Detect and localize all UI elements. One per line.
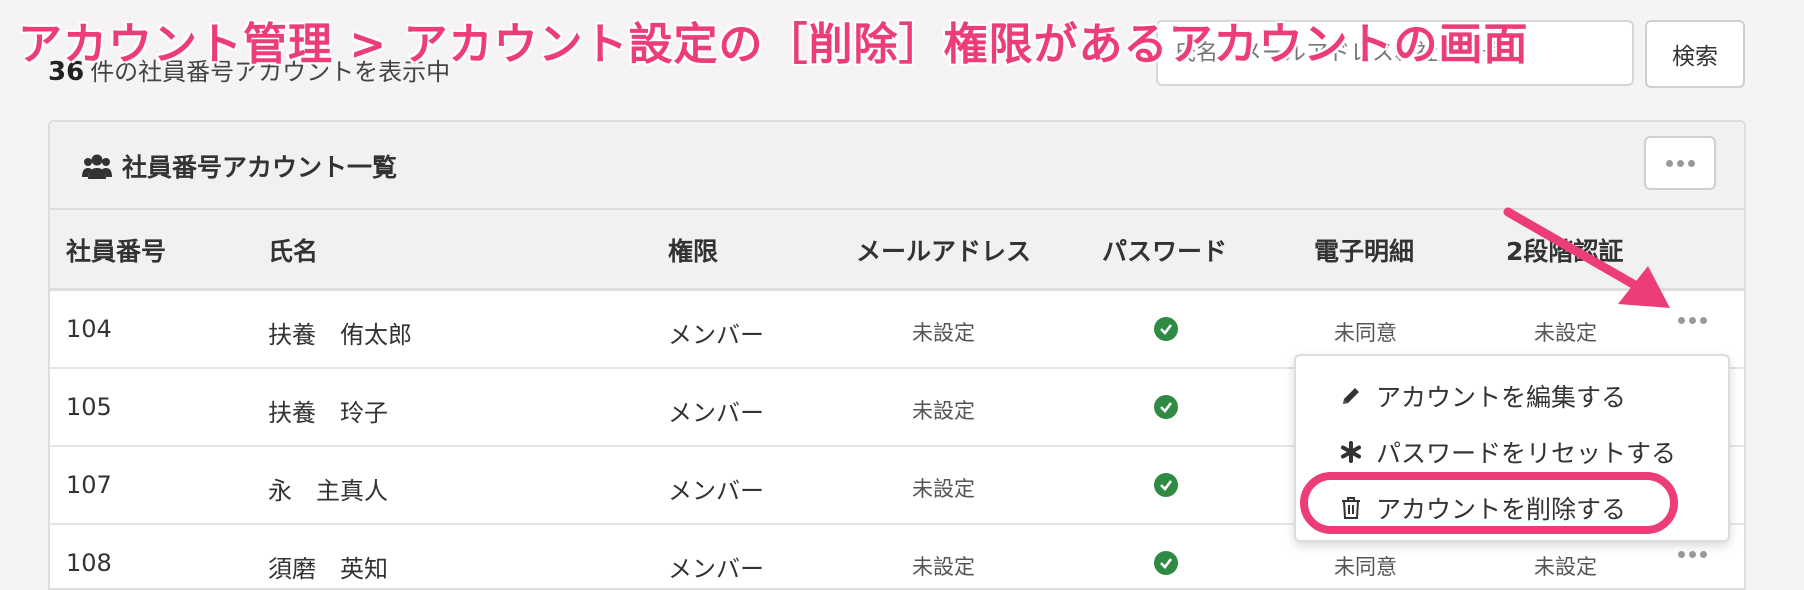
check-icon (1154, 473, 1178, 497)
cell-payslip: 未同意 (1334, 555, 1397, 579)
cell-email: 未設定 (912, 477, 975, 501)
check-icon (1154, 551, 1178, 575)
row-more-icon[interactable] (1678, 317, 1707, 324)
panel-title-text: 社員番号アカウント一覧 (122, 153, 398, 182)
asterisk-icon (1338, 439, 1364, 465)
check-icon (1154, 317, 1178, 341)
check-icon (1154, 395, 1178, 419)
menu-item-edit[interactable]: アカウントを編集する (1338, 378, 1626, 414)
cell-name: 扶養 玲子 (268, 399, 388, 427)
column-header-name: 氏名 (268, 237, 319, 266)
cell-id: 108 (66, 549, 112, 577)
row-more-icon[interactable] (1678, 551, 1707, 558)
cell-role: メンバー (668, 477, 764, 505)
cell-role: メンバー (668, 399, 764, 427)
cell-name: 永 主真人 (268, 477, 388, 505)
column-header-id: 社員番号 (66, 237, 167, 266)
cell-name: 扶養 侑太郎 (268, 321, 412, 349)
cell-two-factor: 未設定 (1534, 555, 1597, 579)
panel-title: 社員番号アカウント一覧 (82, 148, 397, 184)
annotation-arrow (1503, 207, 1670, 308)
menu-item-reset-password[interactable]: パスワードをリセットする (1338, 434, 1676, 470)
cell-email: 未設定 (912, 399, 975, 423)
cell-id: 104 (66, 315, 112, 343)
column-header-password: パスワード (1102, 237, 1228, 266)
cell-role: メンバー (668, 555, 764, 583)
cell-name: 須磨 英知 (268, 555, 388, 583)
cell-payslip: 未同意 (1334, 321, 1397, 345)
more-icon (1665, 159, 1695, 167)
column-header-email: メールアドレス (856, 237, 1032, 266)
users-icon (82, 154, 112, 179)
delete-highlight-ring (1300, 472, 1678, 534)
panel-menu-button[interactable] (1644, 136, 1716, 190)
annotation-title: アカウント管理 > アカウント設定の［削除］権限があるアカウントの画面 (18, 19, 1529, 70)
cell-id: 107 (66, 471, 112, 499)
cell-id: 105 (66, 393, 112, 421)
table-header: 社員番号 氏名 権限 メールアドレス パスワード 電子明細 2段階認証 (50, 210, 1744, 291)
cell-role: メンバー (668, 321, 764, 349)
pencil-icon (1338, 383, 1364, 409)
cell-email: 未設定 (912, 321, 975, 345)
column-header-role: 権限 (668, 237, 719, 266)
menu-item-edit-label: アカウントを編集する (1376, 383, 1627, 412)
menu-item-reset-label: パスワードをリセットする (1376, 439, 1677, 468)
column-header-payslip: 電子明細 (1314, 237, 1415, 266)
cell-email: 未設定 (912, 555, 975, 579)
cell-two-factor: 未設定 (1534, 321, 1597, 345)
search-button[interactable]: 検索 (1645, 20, 1745, 88)
panel-header: 社員番号アカウント一覧 (50, 122, 1744, 210)
